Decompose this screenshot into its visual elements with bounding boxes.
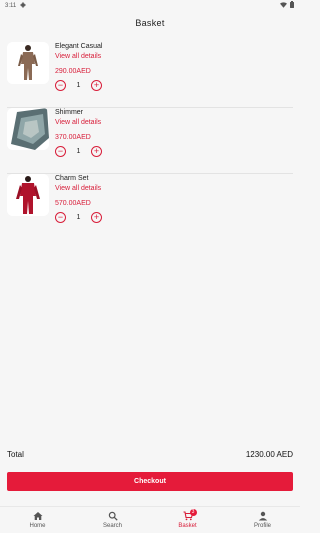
decrease-quantity-button[interactable]: − [55,79,66,91]
cart-count-badge: 3 [189,509,197,516]
item-price: 570.00AED [55,200,91,207]
wifi-icon [280,1,287,10]
nav-label: Home [29,523,46,529]
quantity-stepper: − 1 + [55,211,292,223]
view-details-link[interactable]: View all details [55,184,292,193]
increase-quantity-button[interactable]: + [91,79,102,91]
item-price: 290.00AED [55,68,91,75]
basket-item: Shimmer View all details 370.00AED − 1 + [0,108,300,174]
app-header: Basket [0,11,300,35]
increase-quantity-button[interactable]: + [91,145,102,157]
minus-icon: − [57,79,64,90]
item-name: Shimmer [55,109,84,116]
basket-item: Elegant Casual View all details 290.00AE… [0,42,300,108]
quantity-value: 1 [76,213,81,221]
page-title: Basket [135,18,165,28]
minus-icon: − [57,145,64,156]
total-row: Total 1230.00 AED [7,449,293,459]
nav-label: Profile [253,523,271,529]
bottom-nav: Home Search 3 Basket Profile [0,506,300,533]
plus-icon: + [93,145,100,156]
checkout-button[interactable]: Checkout [7,472,293,491]
total-label: Total [7,449,24,459]
quantity-value: 1 [76,81,81,89]
nav-item-home[interactable]: Home [0,507,75,533]
product-image[interactable] [7,108,49,150]
plus-icon: + [93,79,100,90]
status-bar: 3:11 [0,0,300,11]
person-icon [258,511,267,521]
plus-icon: + [93,211,100,222]
nav-item-basket[interactable]: 3 Basket [150,507,225,533]
quantity-value: 1 [76,147,81,155]
total-value: 1230.00 AED [245,449,293,459]
decrease-quantity-button[interactable]: − [55,145,66,157]
product-image[interactable] [7,174,49,216]
item-name: Elegant Casual [55,43,103,50]
nav-label: Search [102,523,122,529]
gear-icon [20,1,27,10]
nav-label: Basket [178,523,197,529]
basket-item: Charm Set View all details 570.00AED − 1… [0,174,300,240]
quantity-stepper: − 1 + [55,145,292,157]
item-price: 370.00AED [55,134,91,141]
nav-item-profile[interactable]: Profile [225,507,300,533]
minus-icon: − [57,211,64,222]
search-icon [108,511,118,521]
increase-quantity-button[interactable]: + [91,211,102,223]
product-image[interactable] [7,42,49,84]
item-name: Charm Set [55,175,89,182]
battery-icon [290,1,294,10]
view-details-link[interactable]: View all details [55,52,292,61]
quantity-stepper: − 1 + [55,79,292,91]
view-details-link[interactable]: View all details [55,118,292,127]
decrease-quantity-button[interactable]: − [55,211,66,223]
nav-item-search[interactable]: Search [75,507,150,533]
home-icon [33,512,42,520]
status-time: 3:11 [5,2,17,9]
